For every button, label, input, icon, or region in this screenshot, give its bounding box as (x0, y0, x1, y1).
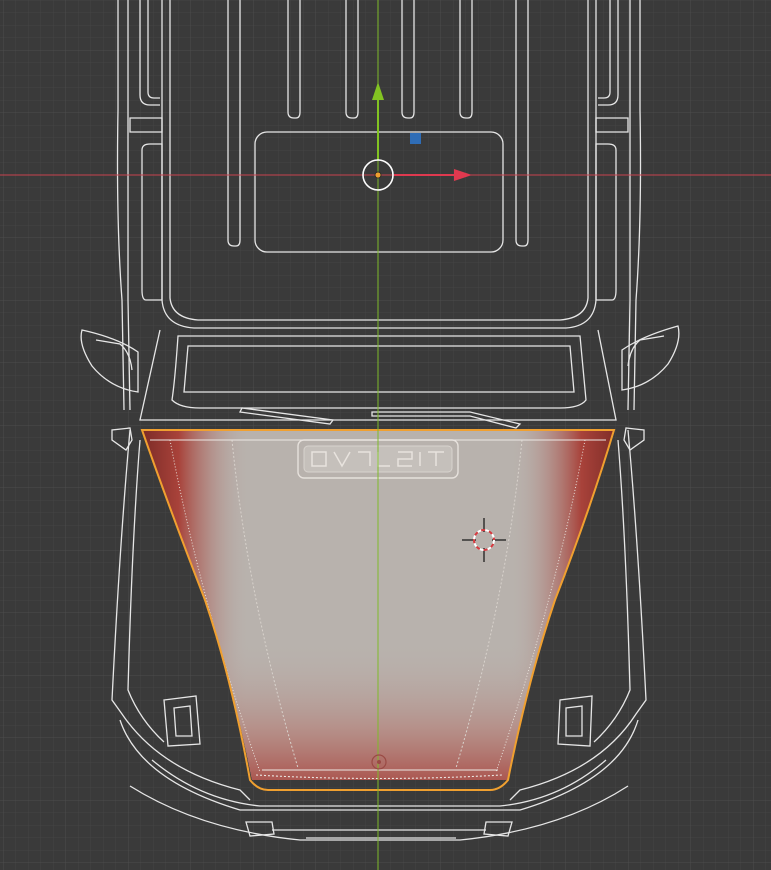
3d-viewport[interactable] (0, 0, 771, 870)
gizmo-xy-plane-handle[interactable] (410, 133, 421, 144)
gizmo-origin-dot (374, 171, 382, 179)
